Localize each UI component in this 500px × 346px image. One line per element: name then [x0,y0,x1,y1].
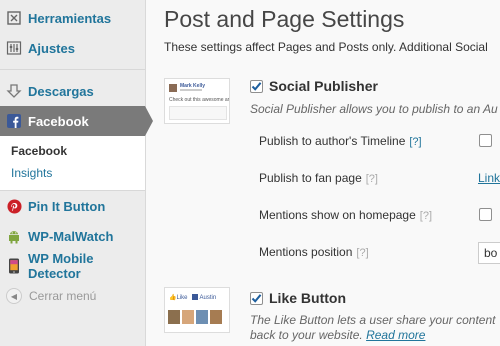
sidebar-item-wp-malwatch[interactable]: WP-MalWatch [0,221,145,251]
avatar [182,310,194,324]
social-publisher-heading: Social Publisher [250,78,378,94]
sidebar-item-label: Facebook [28,113,89,129]
section-title: Social Publisher [269,78,378,94]
sidebar-item-label: Pin It Button [28,198,106,214]
facebook-mini-icon [192,294,199,301]
read-more-link[interactable]: Read more [366,328,425,342]
like-button-checkbox[interactable] [250,291,263,305]
help-link[interactable]: [?] [356,247,368,259]
preview-attachment [169,106,227,120]
sidebar-item-ajustes[interactable]: Ajustes [0,33,145,63]
help-link[interactable]: [?] [409,136,421,148]
help-link[interactable]: [?] [420,210,432,222]
help-link[interactable]: [?] [366,173,378,185]
sidebar-item-herramientas[interactable]: Herramientas [0,3,145,33]
publish-fan-page-label: Publish to fan page [?] [259,171,378,185]
submenu-item-facebook[interactable]: Facebook [0,140,145,162]
row-label-text: Publish to fan page [259,171,362,185]
sidebar-item-label: WP Mobile Detector [28,251,94,281]
like-button-preview-image: 👍Like Austin [164,287,230,333]
submenu-item-insights[interactable]: Insights [0,162,145,184]
mobile-icon [6,258,22,274]
mentions-homepage-checkbox[interactable] [479,208,492,221]
like-button-heading: Like Button [250,290,346,306]
page-title: Post and Page Settings [164,6,405,32]
sidebar-item-descargas[interactable]: Descargas [0,76,145,106]
sidebar-item-label: WP-MalWatch [28,228,114,244]
row-label-text: Publish to author's Timeline [259,134,406,148]
avatar [210,310,222,324]
like-button-description-line2: back to your website. Read more [250,328,425,342]
preview-line [180,89,202,91]
sidebar-item-pin-it-button[interactable]: Pin It Button [0,191,145,221]
sidebar-item-label: Descargas [28,83,94,99]
section-title: Like Button [269,290,346,306]
admin-sidebar: Herramientas Ajustes Descargas Facebook … [0,0,153,346]
preview-name: Austin [199,295,217,301]
publish-timeline-checkbox[interactable] [479,134,492,147]
tools-icon [6,10,22,26]
menu-separator [0,69,145,70]
social-publisher-description: Social Publisher allows you to publish t… [250,102,498,116]
settings-icon [6,40,22,56]
sidebar-item-wp-mobile-detector[interactable]: WP Mobile Detector [0,251,145,281]
facebook-submenu: Facebook Insights [0,136,145,191]
page-description: These settings affect Pages and Posts on… [164,40,488,54]
like-button-description: The Like Button lets a user share your c… [250,313,496,327]
sidebar-item-facebook[interactable]: Facebook [0,106,153,136]
collapse-arrow-icon: ◀ [6,288,22,304]
avatar [169,84,177,92]
row-label-text: Mentions show on homepage [259,208,416,222]
facebook-icon [6,113,22,129]
preview-text: Check out this awesome ar [169,97,230,103]
row-label-text: Mentions position [259,245,353,259]
sidebar-item-label: Herramientas [28,10,112,26]
publish-timeline-label: Publish to author's Timeline [?] [259,134,422,148]
avatar [196,310,208,324]
collapse-menu-button[interactable]: ◀ Cerrar menú [0,281,145,311]
fan-page-link[interactable]: Link [478,171,500,185]
description-text: back to your website. [250,328,363,342]
social-publisher-preview-image: Mark Kelly Check out this awesome ar [164,78,230,124]
mentions-homepage-label: Mentions show on homepage [?] [259,208,432,222]
mentions-position-label: Mentions position [?] [259,245,369,259]
social-publisher-checkbox[interactable] [250,79,263,93]
pinterest-icon [6,198,22,214]
download-icon [6,83,22,99]
sidebar-item-label: Ajustes [28,40,75,56]
mentions-position-select[interactable]: bo [478,242,500,264]
collapse-menu-label: Cerrar menú [29,289,97,303]
avatar [168,310,180,324]
android-icon [6,228,22,244]
preview-like-row: 👍Like Austin [169,294,216,301]
preview-like-label: Like [176,295,188,301]
main-content: Post and Page Settings These settings af… [146,0,500,346]
